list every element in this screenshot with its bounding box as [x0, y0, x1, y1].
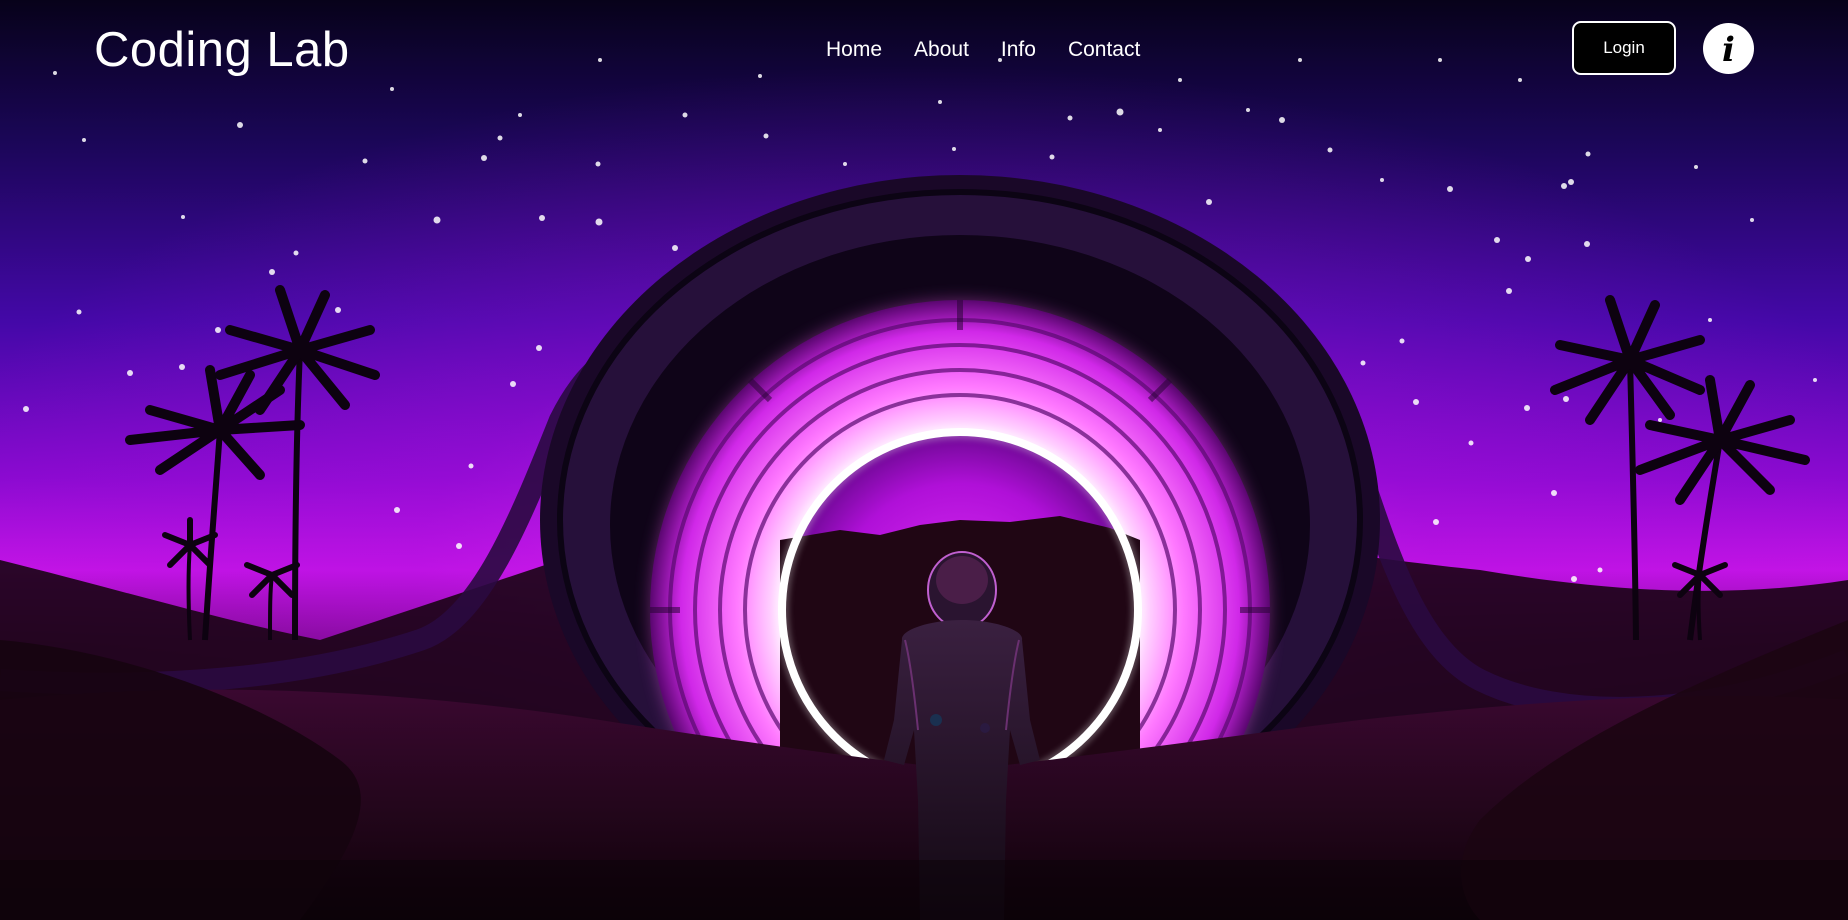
info-glyph: i [1722, 29, 1735, 70]
nav-link-about[interactable]: About [914, 36, 969, 64]
hero-section: Coding Lab Home About Info Contact Login… [0, 0, 1848, 920]
info-icon[interactable]: i [1703, 23, 1754, 74]
nav-link-contact[interactable]: Contact [1068, 36, 1140, 64]
nav-links: Home About Info Contact [826, 36, 1140, 64]
login-button[interactable]: Login [1572, 21, 1676, 75]
nav-link-info[interactable]: Info [1001, 36, 1036, 64]
nav-link-home[interactable]: Home [826, 36, 882, 64]
top-navbar: Coding Lab Home About Info Contact Login… [0, 0, 1848, 100]
site-logo[interactable]: Coding Lab [94, 20, 350, 80]
hero-background-image [0, 0, 1848, 920]
